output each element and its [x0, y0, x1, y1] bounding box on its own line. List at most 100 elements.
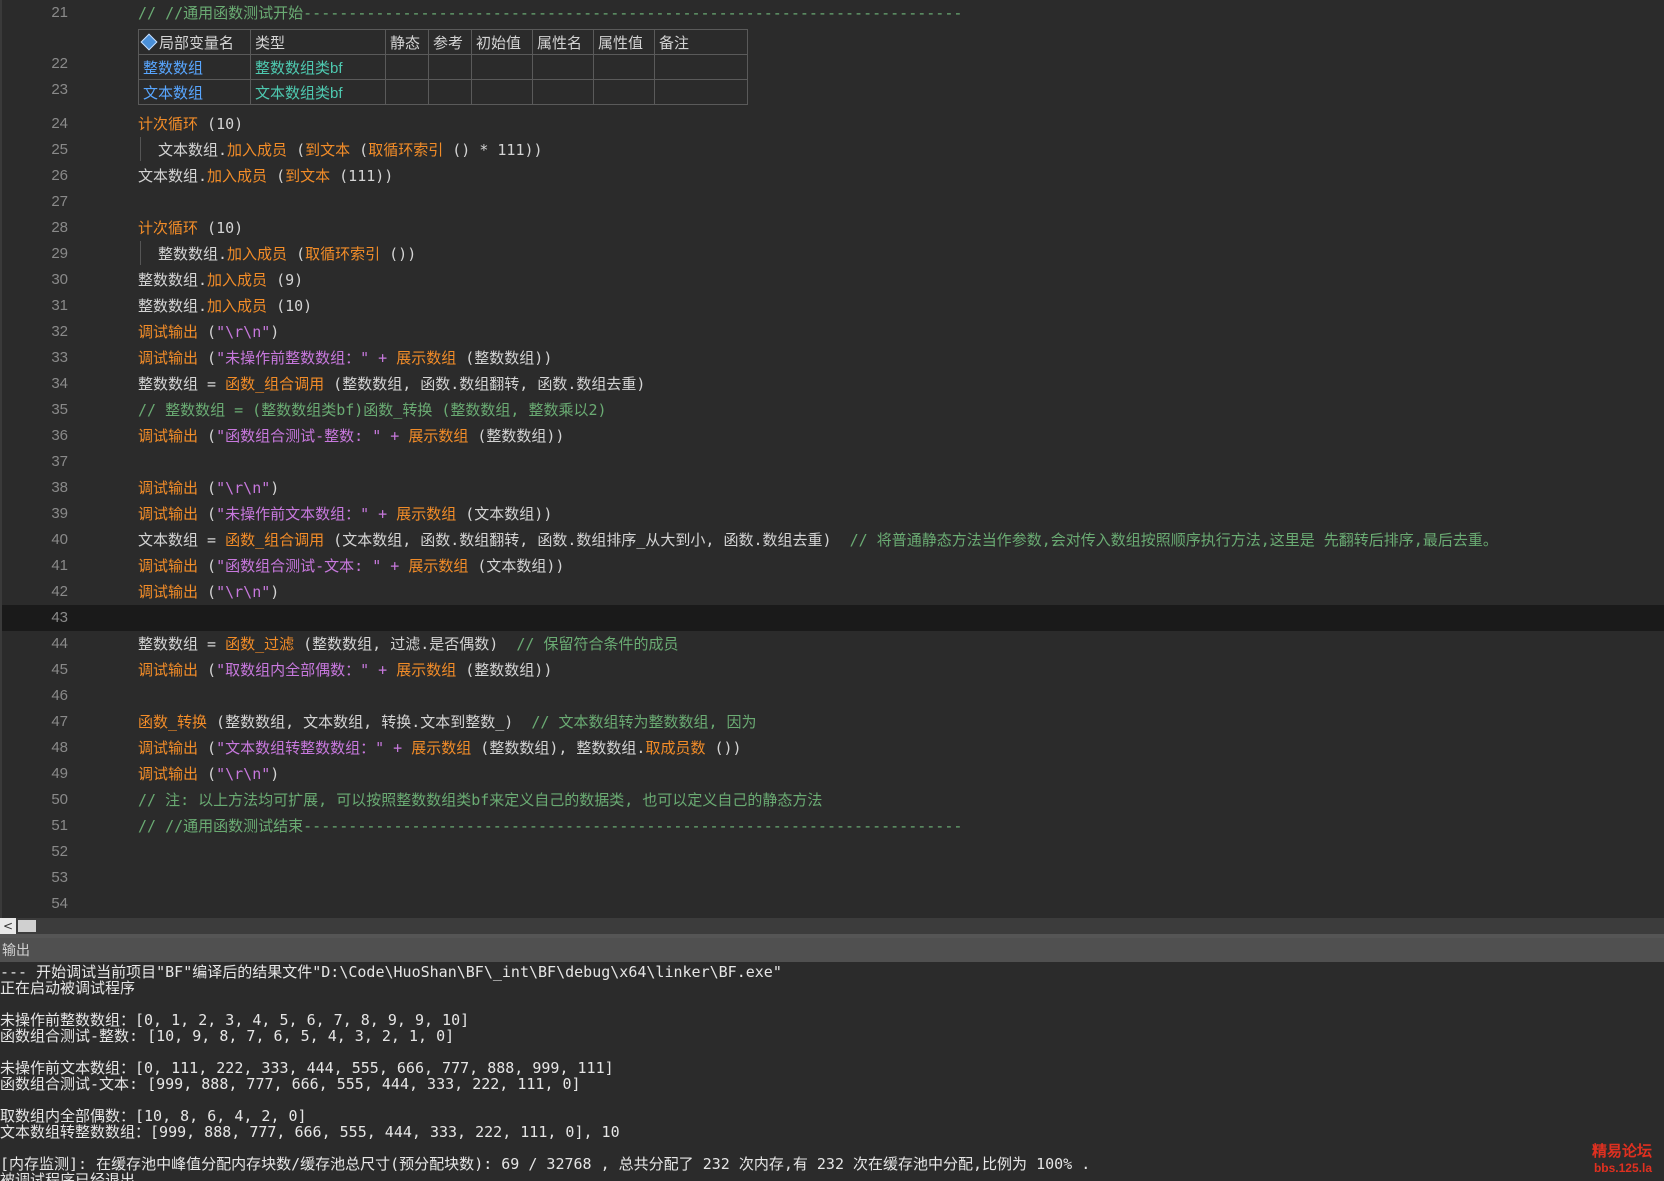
code-line[interactable]: // 注: 以上方法均可扩展, 可以按照整数数组类bf来定义自己的数据类, 也可… — [138, 787, 822, 813]
output-line: 取数组内全部偶数：[10, 8, 6, 4, 2, 0] — [0, 1107, 307, 1125]
line-number: 34 — [51, 375, 68, 392]
code-line[interactable]: 调试输出 ("未操作前文本数组：" + 展示数组 (文本数组)) — [138, 501, 552, 527]
property-value-cell[interactable] — [593, 79, 655, 105]
comment-separator: ----------------------------------------… — [303, 4, 963, 22]
code-line[interactable]: 调试输出 ("函数组合测试-整数: " + 展示数组 (整数数组)) — [138, 423, 564, 449]
property-value-cell[interactable] — [593, 54, 655, 80]
line-number: 28 — [51, 219, 68, 236]
output-line: [内存监测]: 在缓存池中峰值分配内存块数/缓存池总尺寸(预分配块数): 69 … — [0, 1155, 1091, 1173]
code-line[interactable]: 整数数组.加入成员 (取循环索引 ()) — [158, 241, 416, 267]
line-number: 23 — [51, 81, 68, 98]
line-number: 40 — [51, 531, 68, 548]
static-cell[interactable] — [385, 54, 429, 80]
column-header: 备注 — [654, 29, 748, 55]
variable-name-cell[interactable]: 整数数组 — [138, 54, 251, 80]
variable-type-cell[interactable]: 整数数组类bf — [250, 54, 386, 80]
code-line[interactable]: 整数数组 = 函数_过滤 (整数数组, 过滤.是否偶数) // 保留符合条件的成… — [138, 631, 678, 657]
line-number: 38 — [51, 479, 68, 496]
line-number: 27 — [51, 193, 68, 210]
code-line[interactable]: 调试输出 ("\r\n") — [138, 319, 279, 345]
line-number: 41 — [51, 557, 68, 574]
output-line: 未操作前文本数组：[0, 111, 222, 333, 444, 555, 66… — [0, 1059, 614, 1077]
line-number: 21 — [51, 4, 68, 21]
scrollbar-thumb[interactable] — [18, 920, 36, 932]
code-line[interactable]: 文本数组.加入成员 (到文本 (111)) — [138, 163, 393, 189]
line-number: 39 — [51, 505, 68, 522]
line-number: 51 — [51, 817, 68, 834]
code-line[interactable]: 调试输出 ("文本数组转整数数组：" + 展示数组 (整数数组), 整数数组.取… — [138, 735, 742, 761]
code-line[interactable]: // //通用函数测试结束---------------------------… — [138, 813, 962, 839]
line-number: 33 — [51, 349, 68, 366]
initial-value-cell[interactable] — [471, 79, 533, 105]
code-line[interactable]: 调试输出 ("未操作前整数数组：" + 展示数组 (整数数组)) — [138, 345, 552, 371]
table-row[interactable]: 整数数组 整数数组类bf — [138, 54, 748, 80]
line-number: 36 — [51, 427, 68, 444]
code-line[interactable]: 调试输出 ("\r\n") — [138, 579, 279, 605]
code-line[interactable]: 整数数组.加入成员 (9) — [138, 267, 303, 293]
code-line[interactable]: 文本数组 = 函数_组合调用 (文本数组, 函数.数组翻转, 函数.数组排序_从… — [138, 527, 1498, 553]
remark-cell[interactable] — [654, 79, 748, 105]
column-header: 属性值 — [593, 29, 655, 55]
output-line: 函数组合测试-文本: [999, 888, 777, 666, 555, 444… — [0, 1075, 581, 1093]
remark-cell[interactable] — [654, 54, 748, 80]
column-header: 局部变量名 — [138, 29, 251, 55]
code-line[interactable]: 计次循环 (10) — [138, 215, 243, 241]
code-editor[interactable]: 21 22 23 24 25 26 27 28 29 30 31 32 33 3… — [0, 0, 1664, 920]
column-header: 属性名 — [532, 29, 594, 55]
line-number: 24 — [51, 115, 68, 132]
code-line[interactable]: 函数_转换 (整数数组, 文本数组, 转换.文本到整数_) // 文本数组转为整… — [138, 709, 757, 735]
comment: // //通用函数测试开始 — [138, 4, 304, 22]
code-line[interactable]: 调试输出 ("\r\n") — [138, 761, 279, 787]
code-line[interactable]: 调试输出 ("取数组内全部偶数：" + 展示数组 (整数数组)) — [138, 657, 552, 683]
line-number: 46 — [51, 687, 68, 704]
column-header: 静态 — [385, 29, 429, 55]
code-line[interactable]: 调试输出 ("函数组合测试-文本: " + 展示数组 (文本数组)) — [138, 553, 564, 579]
code-line[interactable]: 整数数组.加入成员 (10) — [138, 293, 312, 319]
table-row[interactable]: 文本数组 文本数组类bf — [138, 79, 748, 105]
line-number: 54 — [51, 895, 68, 912]
output-panel[interactable]: --- 开始调试当前项目"BF"编译后的结果文件"D:\Code\HuoShan… — [0, 962, 1664, 1181]
table-header-row: 局部变量名 类型 静态 参考 初始值 属性名 属性值 备注 — [138, 29, 748, 55]
initial-value-cell[interactable] — [471, 54, 533, 80]
property-name-cell[interactable] — [532, 79, 594, 105]
line-number: 52 — [51, 843, 68, 860]
line-number: 48 — [51, 739, 68, 756]
line-number: 25 — [51, 141, 68, 158]
line-number: 29 — [51, 245, 68, 262]
output-line: 被调试程序已经退出 — [0, 1171, 136, 1181]
line-number: 50 — [51, 791, 68, 808]
line-number: 31 — [51, 297, 68, 314]
line-number: 35 — [51, 401, 68, 418]
output-line: 函数组合测试-整数: [10, 9, 8, 7, 6, 5, 4, 3, 2, … — [0, 1027, 455, 1045]
code-line[interactable]: 整数数组 = 函数_组合调用 (整数数组, 函数.数组翻转, 函数.数组去重) — [138, 371, 645, 397]
variable-name-cell[interactable]: 文本数组 — [138, 79, 251, 105]
line-number: 47 — [51, 713, 68, 730]
code-line[interactable]: 调试输出 ("\r\n") — [138, 475, 279, 501]
output-panel-title: 输出 — [0, 938, 1664, 962]
code-line[interactable]: // //通用函数测试开始---------------------------… — [138, 0, 962, 26]
line-number: 26 — [51, 167, 68, 184]
reference-cell[interactable] — [428, 54, 472, 80]
line-number: 37 — [51, 453, 68, 470]
indent-guide — [140, 241, 141, 265]
forum-watermark: 精易论坛 bbs.125.la — [1591, 1143, 1652, 1175]
line-number: 22 — [51, 55, 68, 72]
variable-type-cell[interactable]: 文本数组类bf — [250, 79, 386, 105]
output-line: 正在启动被调试程序 — [0, 979, 136, 997]
code-line[interactable]: 文本数组.加入成员 (到文本 (取循环索引 () * 111)) — [158, 137, 543, 163]
variable-icon — [140, 33, 158, 50]
horizontal-scrollbar[interactable]: < — [0, 918, 1664, 934]
code-line[interactable]: // 整数数组 = (整数数组类bf)函数_转换 (整数数组, 整数乘以2) — [138, 397, 607, 423]
static-cell[interactable] — [385, 79, 429, 105]
output-line: 未操作前整数数组：[0, 1, 2, 3, 4, 5, 6, 7, 8, 9, … — [0, 1011, 470, 1029]
local-variable-table[interactable]: 局部变量名 类型 静态 参考 初始值 属性名 属性值 备注 整数数组 整数数组类… — [138, 29, 748, 105]
line-number: 53 — [51, 869, 68, 886]
output-line: --- 开始调试当前项目"BF"编译后的结果文件"D:\Code\HuoShan… — [0, 963, 782, 981]
column-header: 类型 — [250, 29, 386, 55]
reference-cell[interactable] — [428, 79, 472, 105]
scroll-left-arrow-icon[interactable]: < — [0, 918, 16, 934]
property-name-cell[interactable] — [532, 54, 594, 80]
code-line[interactable]: 计次循环 (10) — [138, 111, 243, 137]
column-header: 初始值 — [471, 29, 533, 55]
line-number: 49 — [51, 765, 68, 782]
